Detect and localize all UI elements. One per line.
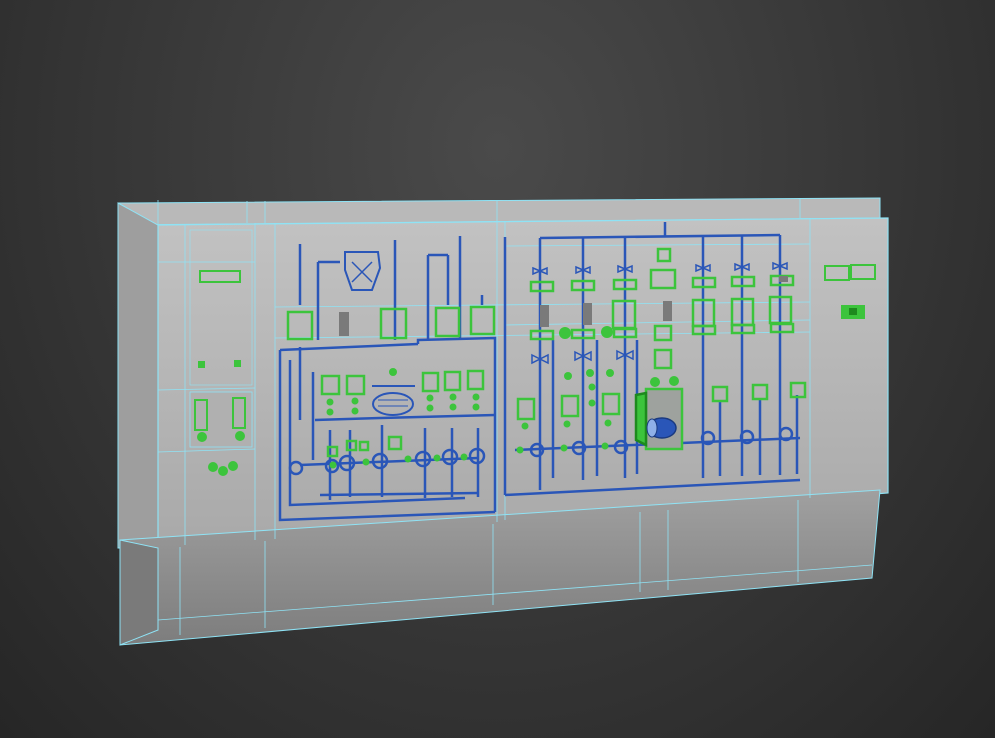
viewport-3d[interactable]: [0, 0, 995, 738]
status-lamp: [198, 361, 205, 368]
cabinet-render: [117, 197, 889, 646]
grey-blocks: [339, 312, 349, 336]
status-lamp: [234, 360, 241, 367]
motor-icon: [646, 417, 677, 439]
